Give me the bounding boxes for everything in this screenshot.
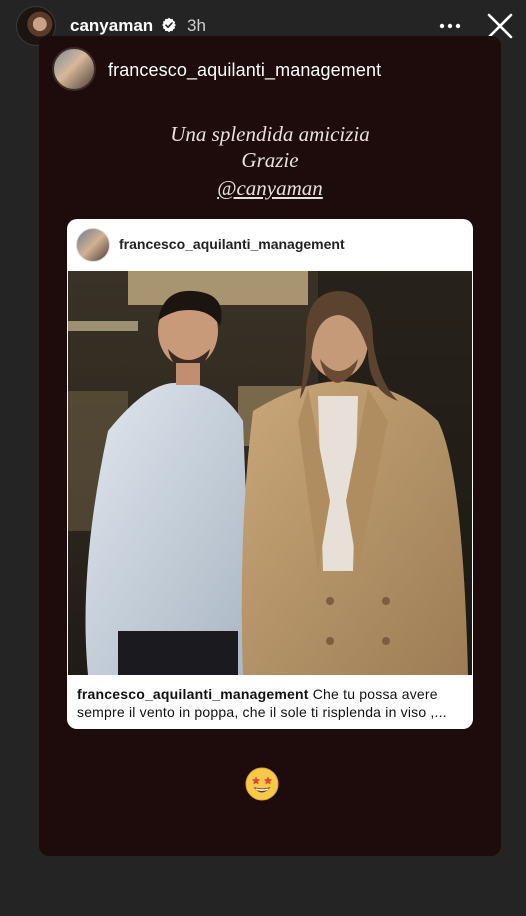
story-card: francesco_aquilanti_management Una splen…: [39, 36, 501, 856]
shared-post[interactable]: francesco_aquilanti_management francesco…: [67, 219, 473, 729]
story-caption-line: Grazie: [241, 148, 299, 172]
story-caption-line: Una splendida amicizia: [170, 122, 370, 146]
more-horizontal-icon[interactable]: [438, 14, 462, 38]
star-struck-emoji-icon[interactable]: [245, 767, 279, 801]
post-caption-username[interactable]: francesco_aquilanti_management: [77, 686, 309, 702]
story-author-username[interactable]: francesco_aquilanti_management: [108, 60, 381, 81]
post-author-avatar[interactable]: [76, 228, 110, 262]
story-author-avatar[interactable]: [52, 47, 96, 91]
post-time: 3h: [187, 16, 206, 35]
header-username[interactable]: canyaman: [70, 16, 153, 36]
post-photo[interactable]: [68, 271, 472, 675]
post-caption: francesco_aquilanti_management Che tu po…: [77, 685, 467, 721]
post-photo-illustration: [68, 271, 472, 675]
verified-badge-icon: [162, 17, 176, 33]
post-author-username[interactable]: francesco_aquilanti_management: [119, 236, 345, 252]
mention-link[interactable]: @canyaman: [39, 176, 501, 201]
